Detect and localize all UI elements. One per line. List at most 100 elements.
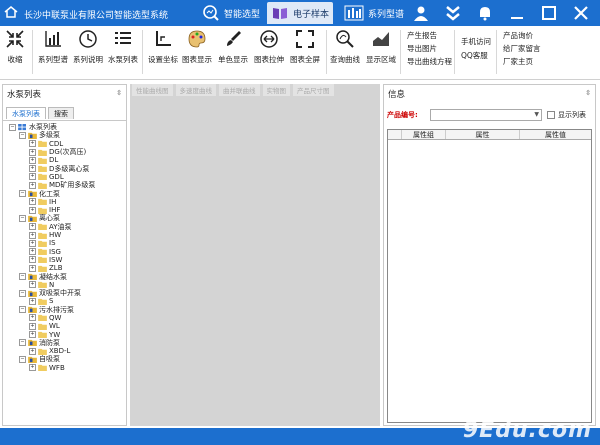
tree-item[interactable]: + IHF: [3, 206, 126, 214]
expand-icon[interactable]: +: [29, 364, 36, 372]
export-curve-equation-link[interactable]: 导出曲线方程: [407, 56, 452, 67]
tree-folder[interactable]: − 化工泵: [3, 189, 126, 198]
generate-report-link[interactable]: 产生报告: [407, 30, 437, 41]
column-header[interactable]: 属性值: [520, 130, 591, 139]
pin-icon[interactable]: ⇳: [585, 89, 591, 97]
collapse-tool-button[interactable]: 收缩: [4, 28, 26, 65]
mobile-access-link[interactable]: 手机访问: [461, 36, 491, 47]
tab-pump-list[interactable]: 水泵列表: [6, 107, 46, 119]
tree-root[interactable]: − 水泵列表: [3, 123, 126, 131]
collapse-icon[interactable]: −: [9, 123, 16, 131]
tree-item[interactable]: + YW: [3, 330, 126, 339]
expand-icon[interactable]: +: [29, 165, 36, 173]
expand-icon[interactable]: +: [29, 198, 36, 206]
expand-icon[interactable]: +: [29, 140, 36, 148]
tree-item[interactable]: + IH: [3, 198, 126, 206]
panel-header: 信息 ⇳: [384, 85, 595, 103]
collapse-icon[interactable]: −: [19, 289, 26, 297]
expand-icon[interactable]: +: [29, 231, 36, 239]
tree-item[interactable]: + XBD-L: [3, 347, 126, 355]
query-curve-button[interactable]: 查询曲线: [330, 28, 360, 65]
tree-folder[interactable]: − 自吸泵: [3, 355, 126, 363]
expand-icon[interactable]: +: [29, 264, 36, 272]
expand-icon[interactable]: +: [29, 322, 36, 330]
show-list-checkbox[interactable]: [547, 111, 555, 119]
collapse-icon[interactable]: −: [19, 306, 26, 314]
tab-multi-speed-curve[interactable]: 多速度曲线: [175, 84, 216, 96]
collapse-icon[interactable]: −: [19, 190, 26, 198]
expand-icon[interactable]: +: [29, 148, 36, 156]
set-coordinates-button[interactable]: 设置坐标: [148, 28, 178, 65]
expand-icon[interactable]: +: [29, 239, 36, 247]
tab-label: 智能选型: [224, 9, 261, 20]
column-header[interactable]: 属性: [446, 130, 520, 139]
expand-icon[interactable]: +: [29, 314, 36, 322]
product-inquiry-link[interactable]: 产品询价: [503, 30, 533, 41]
chart-fullscreen-button[interactable]: 图表全屏: [290, 28, 320, 65]
expand-icon[interactable]: +: [29, 347, 36, 355]
tree-folder[interactable]: − 消防泵: [3, 339, 126, 347]
tab-performance-curve[interactable]: 性能曲线图: [132, 84, 173, 96]
user-button[interactable]: [410, 3, 432, 23]
series-description-button[interactable]: 系列说明: [73, 28, 103, 65]
close-button[interactable]: [570, 3, 592, 23]
tree-folder[interactable]: − 多级泵: [3, 131, 126, 139]
tree-item[interactable]: + AY油泵: [3, 223, 126, 231]
tree-item[interactable]: + ISG: [3, 247, 126, 256]
collapse-icon[interactable]: −: [19, 355, 26, 363]
tree-item[interactable]: + MD矿用多级泵: [3, 181, 126, 189]
tree-item[interactable]: + D多级离心泵: [3, 164, 126, 173]
expand-icon[interactable]: +: [29, 156, 36, 164]
collapse-icon[interactable]: −: [19, 131, 26, 139]
tab-e-sample[interactable]: 电子样本: [267, 2, 334, 24]
tab-dimension-drawing[interactable]: 产品尺寸图: [293, 84, 334, 96]
column-header[interactable]: 属性组: [402, 130, 446, 139]
collapse-button[interactable]: [442, 3, 464, 23]
series-spectrum-tool-button[interactable]: 系列型谱: [38, 28, 68, 65]
expand-icon[interactable]: +: [29, 173, 36, 181]
collapse-icon[interactable]: −: [19, 272, 26, 280]
expand-icon[interactable]: +: [29, 248, 36, 256]
tree-item[interactable]: + QW: [3, 314, 126, 322]
expand-icon[interactable]: +: [29, 281, 36, 289]
leave-message-link[interactable]: 给厂家留言: [503, 43, 541, 54]
magnifier-chart-icon: [203, 5, 219, 21]
tree-folder[interactable]: − 双吸泵中开泵: [3, 289, 126, 297]
tree-folder[interactable]: − 污水排污泵: [3, 306, 126, 314]
pump-list-tool-button[interactable]: 水泵列表: [108, 28, 138, 65]
tree-item[interactable]: + IS: [3, 239, 126, 247]
tab-series-spectrum[interactable]: 系列型谱: [340, 2, 408, 24]
chart-display-button[interactable]: 图表显示: [182, 28, 212, 65]
tree-item[interactable]: + DG(次高压): [3, 148, 126, 156]
chart-stretch-button[interactable]: 图表拉伸: [254, 28, 284, 65]
tab-search[interactable]: 搜索: [48, 107, 74, 119]
tree-item[interactable]: + HW: [3, 231, 126, 239]
tree-item[interactable]: + WL: [3, 322, 126, 330]
collapse-icon[interactable]: −: [19, 214, 26, 222]
export-image-link[interactable]: 导出图片: [407, 43, 437, 54]
folder-item-icon: [38, 166, 47, 173]
tab-parallel-curve[interactable]: 曲并联曲线: [219, 84, 260, 96]
expand-icon[interactable]: +: [29, 223, 36, 231]
panel-title: 信息: [388, 90, 406, 100]
minimize-button[interactable]: [506, 3, 528, 23]
collapse-icon[interactable]: −: [19, 339, 26, 347]
tab-product-photo[interactable]: 实物图: [262, 84, 290, 96]
tree-item[interactable]: + ISW: [3, 256, 126, 264]
product-select[interactable]: ▼: [430, 109, 542, 121]
tree-item[interactable]: + WFB: [3, 364, 126, 372]
expand-icon[interactable]: +: [29, 297, 36, 305]
expand-icon[interactable]: +: [29, 206, 36, 214]
notification-button[interactable]: [474, 3, 496, 23]
expand-icon[interactable]: +: [29, 331, 36, 339]
pin-icon[interactable]: ⇳: [116, 89, 122, 97]
tree-folder[interactable]: − 凝结水泵: [3, 272, 126, 281]
maximize-button[interactable]: [538, 3, 560, 23]
expand-icon[interactable]: +: [29, 181, 36, 189]
display-area-button[interactable]: 显示区域: [366, 28, 396, 65]
mono-display-button[interactable]: 单色显示: [218, 28, 248, 65]
manufacturer-homepage-link[interactable]: 厂家主页: [503, 56, 533, 67]
qq-service-link[interactable]: QQ客服: [461, 50, 488, 61]
tab-smart-selection[interactable]: 智能选型: [198, 2, 264, 24]
expand-icon[interactable]: +: [29, 256, 36, 264]
